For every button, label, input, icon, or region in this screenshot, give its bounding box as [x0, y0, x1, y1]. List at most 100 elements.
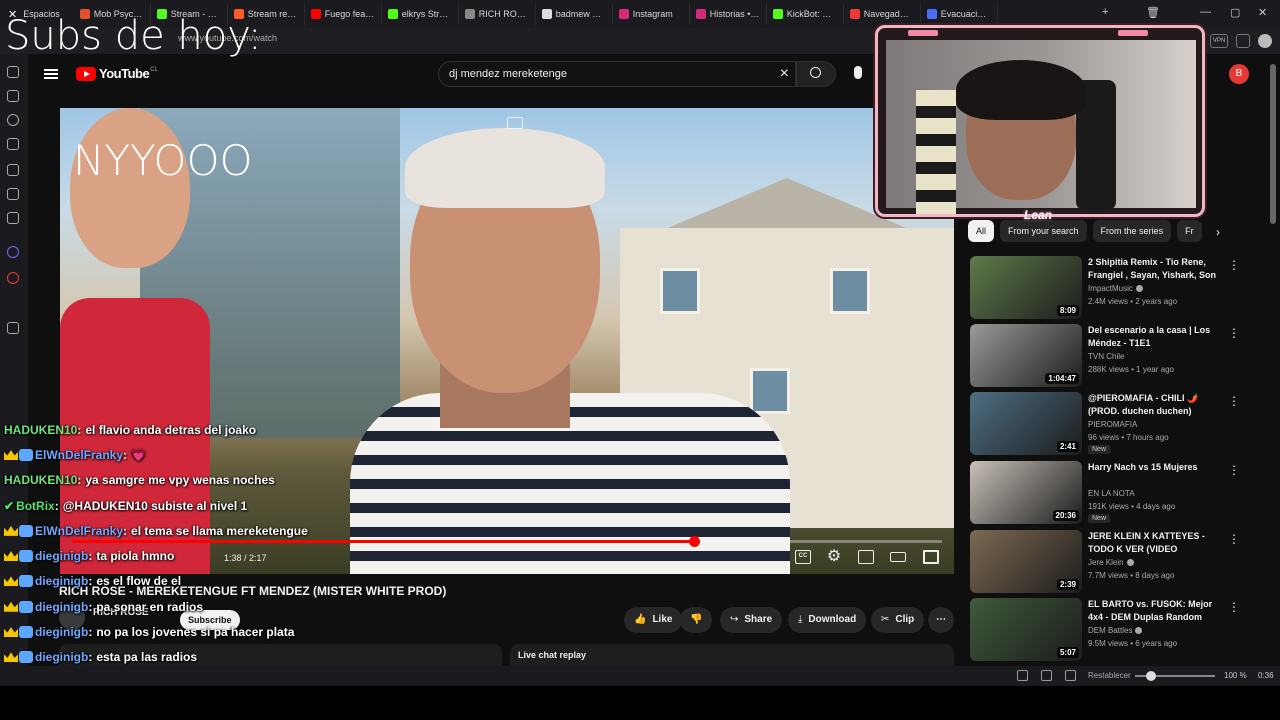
browser-tab[interactable]: badmew Leader [536, 3, 613, 25]
chat-username[interactable]: HADUKEN10 [4, 473, 77, 487]
filter-chip[interactable]: From your search [1000, 220, 1087, 242]
clear-search-icon[interactable]: × [780, 65, 789, 83]
recommendation-title[interactable]: JERE KLEIN X KATTEYES - TODO K VER (VIDE… [1088, 530, 1218, 556]
extensions-icon[interactable] [1236, 34, 1250, 48]
filter-chip[interactable]: All [968, 220, 995, 242]
window-panel-icon[interactable] [7, 164, 19, 176]
share-button[interactable]: ↪ Share [720, 607, 783, 633]
recommendation-channel[interactable]: PIEROMAFIA [1088, 420, 1137, 429]
youtube-logo[interactable]: YouTube CL [76, 66, 158, 81]
video-thumbnail[interactable]: 2:41 [970, 392, 1082, 455]
recommendation-item[interactable]: 2:41 @PIEROMAFIA - CHILI 🌶️ (PROD. duchen… [970, 392, 1240, 456]
add-panel-icon[interactable] [7, 322, 19, 334]
recommendation-channel[interactable]: DEM Battles [1088, 626, 1143, 635]
more-actions-button[interactable]: ⋯ [928, 607, 954, 633]
browser-tab[interactable]: Fuego feat. Om [305, 3, 382, 25]
search-input[interactable]: dj mendez mereketenge × [438, 61, 796, 87]
recommendation-title[interactable]: 2 Shipitia Remix - Tio Rene, Frangiel , … [1088, 256, 1218, 282]
chat-username[interactable]: dieginigb [35, 625, 88, 639]
browser-tab[interactable]: Instagram [613, 3, 690, 25]
new-tab-icon[interactable]: + [1102, 6, 1108, 18]
account-avatar[interactable]: B [1229, 64, 1249, 84]
chat-username[interactable]: ElWnDelFranky [35, 524, 123, 538]
scrubber-handle[interactable] [689, 536, 701, 547]
more-options-icon[interactable]: ⋮ [1228, 326, 1240, 340]
hamburger-menu-icon[interactable] [44, 69, 58, 79]
reading-list-icon[interactable] [7, 188, 19, 200]
recommendation-item[interactable]: 5:07 EL BARTO vs. FUSOK: Mejor 4x4 - DEM … [970, 598, 1240, 662]
trash-icon[interactable]: 🗑 [1146, 6, 1160, 19]
video-thumbnail[interactable]: 20:36 [970, 461, 1082, 524]
browser-tab[interactable]: Navegador Vival [844, 3, 921, 25]
settings-gear-icon[interactable]: ⚙ [826, 549, 842, 565]
search-button[interactable] [796, 61, 836, 87]
reset-zoom-label[interactable]: Restablecer [1088, 671, 1131, 680]
video-thumbnail[interactable]: 5:07 [970, 598, 1082, 661]
fullscreen-button[interactable] [923, 550, 939, 564]
chevron-right-icon[interactable]: › [1216, 225, 1220, 239]
zoom-slider-handle[interactable] [1146, 671, 1156, 681]
recommendation-title[interactable]: EL BARTO vs. FUSOK: Mejor 4x4 - DEM Dupl… [1088, 598, 1218, 624]
close-window-icon[interactable]: ✕ [1258, 6, 1267, 19]
more-options-icon[interactable]: ⋮ [1228, 600, 1240, 614]
browser-tab[interactable]: elkrys Stream - V [382, 3, 459, 25]
chat-username[interactable]: BotRix [16, 499, 55, 513]
image-toggle-icon[interactable] [1065, 670, 1076, 681]
profile-icon[interactable] [1258, 34, 1272, 48]
browser-tab[interactable]: RICH ROSE - ME [459, 3, 536, 25]
maximize-icon[interactable]: ▢ [1230, 6, 1240, 19]
recommendation-channel[interactable]: ImpactMusic [1088, 284, 1143, 293]
microphone-icon[interactable] [854, 66, 862, 79]
chat-username[interactable]: dieginigb [35, 549, 88, 563]
theater-mode-button[interactable] [890, 552, 906, 562]
browser-tab[interactable]: KickBot: Custom [767, 3, 844, 25]
recommendation-item[interactable]: 8:09 2 Shipitia Remix - Tio Rene, Frangie… [970, 256, 1240, 320]
clip-button[interactable]: ✂ Clip [871, 607, 925, 633]
chat-username[interactable]: ElWnDelFranky [35, 448, 123, 462]
more-options-icon[interactable]: ⋮ [1228, 463, 1240, 477]
mail-icon[interactable] [7, 212, 19, 224]
mastodon-icon[interactable] [7, 246, 19, 258]
like-button[interactable]: 👍 Like [624, 607, 683, 633]
notes-icon[interactable] [7, 138, 19, 150]
tiling-icon[interactable] [1041, 670, 1052, 681]
zoom-slider[interactable] [1135, 671, 1215, 681]
chat-username[interactable]: dieginigb [35, 574, 88, 588]
chat-username[interactable]: dieginigb [35, 650, 88, 664]
recommendation-channel[interactable]: TVN Chile [1088, 352, 1124, 361]
recommendation-channel[interactable]: EN LA NOTA [1088, 489, 1135, 498]
minimize-icon[interactable]: — [1200, 6, 1211, 18]
browser-tab[interactable]: Historias • Insta [690, 3, 767, 25]
browser-tab[interactable]: Evacuación por [921, 3, 998, 25]
history-icon[interactable] [7, 114, 19, 126]
dislike-button[interactable]: 👎 [680, 607, 713, 633]
downloads-icon[interactable] [7, 90, 19, 102]
recommendation-title[interactable]: @PIEROMAFIA - CHILI 🌶️ (PROD. duchen duc… [1088, 392, 1218, 418]
recommendation-title[interactable]: Harry Nach vs 15 Mujeres [1088, 461, 1218, 474]
page-scrollbar[interactable] [1270, 64, 1276, 224]
recommendation-item[interactable]: 2:39 JERE KLEIN X KATTEYES - TODO K VER (… [970, 530, 1240, 594]
live-chat-replay[interactable]: Live chat replay [510, 644, 954, 666]
wikipedia-icon[interactable] [7, 296, 19, 308]
recommendation-channel[interactable]: Jere Klein [1088, 558, 1134, 567]
video-thumbnail[interactable]: 2:39 [970, 530, 1082, 593]
more-options-icon[interactable]: ⋮ [1228, 394, 1240, 408]
video-thumbnail[interactable]: 8:09 [970, 256, 1082, 319]
video-thumbnail[interactable]: 1:04:47 [970, 324, 1082, 387]
chat-username[interactable]: dieginigb [35, 600, 88, 614]
download-button[interactable]: ⤓ Download [788, 607, 867, 633]
filter-chip[interactable]: Fr [1177, 220, 1202, 242]
more-options-icon[interactable]: ⋮ [1228, 532, 1240, 546]
miniplayer-button[interactable] [858, 550, 874, 564]
more-options-icon[interactable]: ⋮ [1228, 258, 1240, 272]
recommendation-item[interactable]: 20:36 Harry Nach vs 15 Mujeres EN LA NOTA 1… [970, 461, 1240, 525]
subtitles-button[interactable]: CC [795, 550, 811, 564]
recommendation-title[interactable]: Del escenario a la casa | Los Méndez - T… [1088, 324, 1218, 350]
bookmarks-icon[interactable] [7, 66, 19, 78]
chat-username[interactable]: HADUKEN10 [4, 423, 77, 437]
vivaldi-panel-icon[interactable] [7, 272, 19, 284]
recommendation-item[interactable]: 1:04:47 Del escenario a la casa | Los Mén… [970, 324, 1240, 388]
filter-chip[interactable]: From the series [1092, 220, 1172, 242]
capture-icon[interactable] [1017, 670, 1028, 681]
vpn-icon[interactable]: VPN [1210, 34, 1228, 48]
